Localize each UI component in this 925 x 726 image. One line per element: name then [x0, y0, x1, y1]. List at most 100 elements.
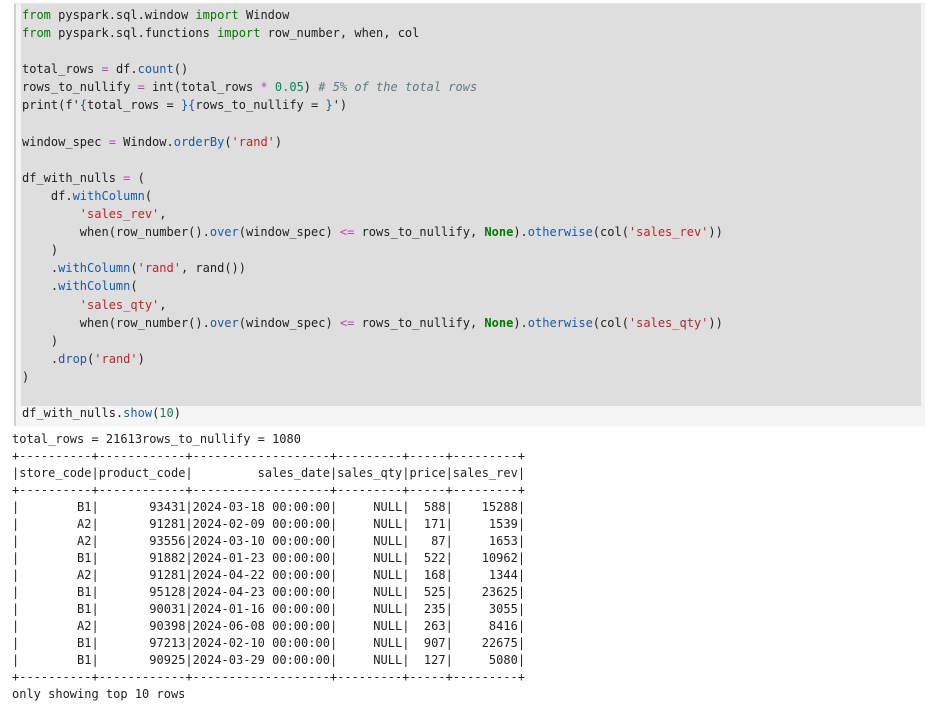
table-row: | A2| 91281|2024-02-09 00:00:00| NULL| 1… — [12, 517, 526, 531]
code-token: Window. — [115, 134, 174, 149]
table-cell: 91281 — [98, 568, 186, 582]
table-cell: 263 — [409, 619, 446, 633]
code-line[interactable]: when(row_number().over(window_spec) <= r… — [22, 225, 723, 239]
table-cell: A2 — [19, 619, 92, 633]
table-cell: 1539 — [452, 517, 518, 531]
table-cell: 91281 — [98, 517, 186, 531]
code-line[interactable]: ) — [22, 334, 58, 348]
code-line[interactable]: df_with_nulls = ( — [22, 171, 145, 185]
code-token: ( — [130, 170, 145, 185]
code-token: when(row_number(). — [22, 315, 210, 330]
code-line[interactable]: 'sales_qty', — [22, 298, 167, 312]
code-token: . — [22, 261, 59, 276]
code-token: 'sales_rev' — [628, 225, 709, 240]
table-cell: 15288 — [452, 500, 518, 514]
code-token: ) — [303, 80, 319, 95]
code-line[interactable]: from pyspark.sql.functions import row_nu… — [22, 26, 419, 40]
table-cell: 22675 — [452, 636, 518, 650]
table-cell: A2 — [19, 568, 92, 582]
table-row: | B1| 90031|2024-01-16 00:00:00| NULL| 2… — [12, 602, 526, 616]
code-token: ( — [130, 279, 138, 294]
code-line[interactable]: when(row_number().over(window_spec) <= r… — [22, 316, 723, 330]
code-token: <= — [339, 225, 355, 240]
code-token: ) — [137, 351, 145, 366]
table-cell: 95128 — [98, 585, 186, 599]
code-cell[interactable]: from pyspark.sql.window import Window fr… — [14, 3, 925, 426]
code-line[interactable]: ) — [22, 243, 58, 257]
code-token: ( — [224, 134, 232, 149]
code-token: (window_spec) — [238, 315, 340, 330]
code-token: (col( — [592, 225, 629, 240]
code-token: 'rand' — [94, 351, 138, 366]
table-border: +----------+------------+---------------… — [12, 449, 525, 463]
dataframe-table: +----------+------------+---------------… — [12, 448, 525, 686]
code-token: withColumn — [58, 279, 131, 294]
code-token: count — [137, 62, 174, 77]
table-row: | A2| 90398|2024-06-08 00:00:00| NULL| 2… — [12, 619, 526, 633]
table-cell: 97213 — [98, 636, 186, 650]
code-line[interactable]: print(f'{total_rows = }{rows_to_nullify … — [22, 98, 347, 112]
table-cell: 235 — [409, 602, 446, 616]
code-token: row_number, when, col — [260, 26, 420, 41]
code-token: None — [484, 225, 514, 240]
code-line[interactable]: window_spec = Window.orderBy('rand') — [22, 135, 282, 149]
table-cell: NULL — [337, 551, 403, 565]
table-cell: 2024-04-22 00:00:00 — [192, 568, 330, 582]
code-line[interactable]: ) — [22, 370, 29, 384]
code-token: otherwise — [527, 225, 593, 240]
table-header-row: |store_code|product_code| sales_date|sal… — [12, 466, 526, 480]
code-token: drop — [58, 351, 88, 366]
code-token: * — [260, 80, 268, 95]
code-editor[interactable]: from pyspark.sql.window import Window fr… — [21, 4, 921, 420]
cell-selection-bar — [14, 4, 16, 426]
code-token: over — [209, 315, 239, 330]
table-cell: B1 — [19, 636, 92, 650]
code-token: total_rows — [22, 62, 102, 77]
table-cell: 87 — [409, 534, 446, 548]
code-line[interactable]: .drop('rand') — [22, 352, 145, 366]
code-token: window_spec — [22, 134, 109, 149]
table-border: +----------+------------+---------------… — [12, 670, 525, 684]
code-token: from — [22, 8, 51, 22]
code-line[interactable]: df_with_nulls.show(10) — [22, 406, 181, 420]
table-cell: 168 — [409, 568, 446, 582]
table-cell: 91882 — [98, 551, 186, 565]
code-token: ) — [22, 369, 30, 384]
code-line[interactable]: from pyspark.sql.window import Window — [22, 8, 289, 22]
code-text[interactable]: from pyspark.sql.window import Window fr… — [21, 4, 921, 422]
code-token: show — [123, 406, 153, 421]
code-token: , rand()) — [180, 261, 246, 276]
code-token: None — [484, 315, 514, 330]
code-token: df_with_nulls — [22, 170, 124, 185]
code-line[interactable]: df.withColumn( — [22, 189, 152, 203]
table-cell: B1 — [19, 602, 92, 616]
code-token: ) — [22, 333, 59, 348]
code-token: over — [209, 225, 239, 240]
table-cell: 2024-01-16 00:00:00 — [192, 602, 330, 616]
code-token: rows_to_nullify, — [354, 315, 485, 330]
code-line[interactable]: total_rows = df.count() — [22, 62, 188, 76]
table-cell: B1 — [19, 551, 92, 565]
code-token: ) — [274, 134, 283, 149]
code-token: import — [195, 8, 239, 22]
code-token: df. — [108, 62, 138, 77]
code-line[interactable]: .withColumn('rand', rand()) — [22, 261, 246, 275]
table-cell: 171 — [409, 517, 446, 531]
code-token: int(total_rows — [144, 80, 261, 95]
code-line[interactable]: 'sales_rev', — [22, 207, 167, 221]
code-token: 'rand' — [137, 261, 181, 276]
table-row: | B1| 90925|2024-03-29 00:00:00| NULL| 1… — [12, 653, 526, 667]
table-cell: 90031 — [98, 602, 186, 616]
table-cell: NULL — [337, 568, 403, 582]
table-cell: 907 — [409, 636, 446, 650]
code-token: () — [173, 62, 189, 77]
table-cell: NULL — [337, 619, 403, 633]
table-cell: NULL — [337, 500, 403, 514]
code-token: Window — [238, 8, 290, 22]
code-line[interactable]: rows_to_nullify = int(total_rows * 0.05)… — [22, 80, 477, 94]
table-cell: 588 — [409, 500, 446, 514]
table-cell: 8416 — [452, 619, 518, 633]
code-line[interactable]: .withColumn( — [22, 279, 138, 293]
table-cell: 2024-03-10 00:00:00 — [192, 534, 330, 548]
